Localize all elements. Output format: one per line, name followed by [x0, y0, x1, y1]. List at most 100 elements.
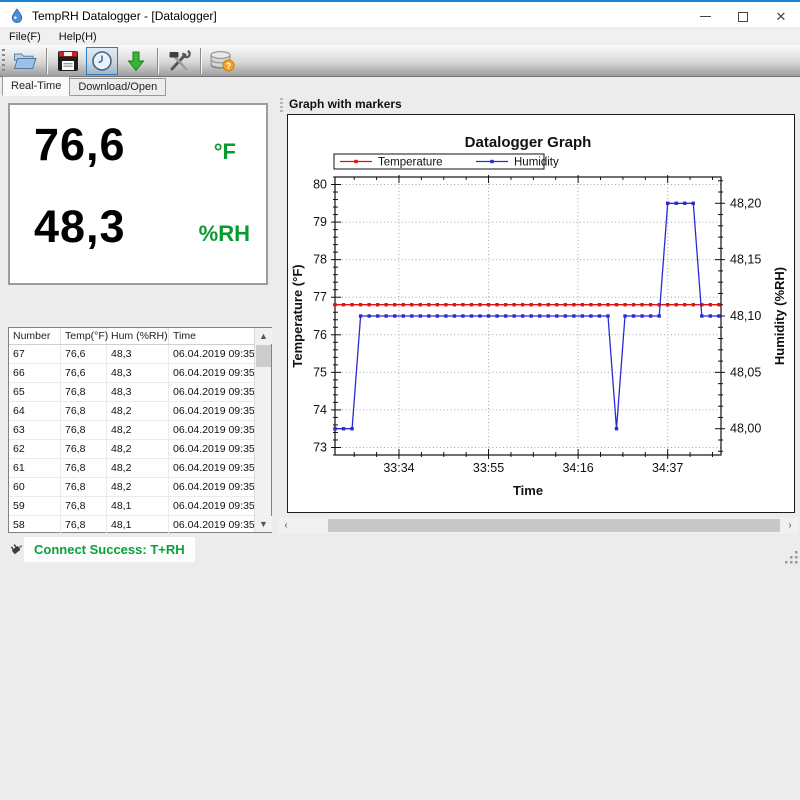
- table-cell: 76,6: [61, 345, 107, 363]
- svg-text:Temperature: Temperature: [378, 157, 443, 169]
- table-body: 6776,648,306.04.2019 09:35:316676,648,30…: [9, 345, 254, 533]
- open-file-button[interactable]: [9, 47, 41, 75]
- title-bar[interactable]: TempRH Datalogger - [Datalogger] ✕: [0, 0, 800, 27]
- table-cell: 06.04.2019 09:35:27: [169, 383, 254, 401]
- save-floppy-icon: [57, 50, 79, 72]
- svg-text:79: 79: [313, 215, 327, 229]
- close-icon: ✕: [776, 10, 787, 23]
- scroll-up-arrow-icon[interactable]: ▲: [255, 328, 272, 344]
- table-cell: 06.04.2019 09:35:21: [169, 440, 254, 458]
- save-button[interactable]: [52, 47, 84, 75]
- table-row[interactable]: 6276,848,206.04.2019 09:35:21: [9, 440, 254, 459]
- tools-button[interactable]: [163, 47, 195, 75]
- svg-text:Temperature (°F): Temperature (°F): [290, 264, 305, 367]
- table-cell: 61: [9, 459, 61, 477]
- table-row[interactable]: 5876,848,106.04.2019 09:35:12: [9, 516, 254, 533]
- maximize-button[interactable]: [724, 4, 762, 29]
- table-cell: 48,3: [107, 364, 169, 382]
- svg-text:73: 73: [313, 440, 327, 454]
- svg-text:Datalogger Graph: Datalogger Graph: [465, 134, 592, 151]
- table-cell: 76,8: [61, 440, 107, 458]
- toolbar-separator: [200, 48, 201, 74]
- table-cell: 48,2: [107, 459, 169, 477]
- scroll-right-arrow-icon[interactable]: ›: [782, 518, 798, 533]
- database-help-button[interactable]: ?: [206, 47, 238, 75]
- graph-panel-gripper[interactable]: [280, 98, 283, 112]
- graph-h-scrollbar[interactable]: ‹ ›: [278, 518, 798, 533]
- tab-real-time[interactable]: Real-Time: [2, 76, 70, 96]
- graph-panel: 33:3433:5534:1634:37737475767778798048,0…: [287, 114, 795, 513]
- toolbar-separator: [157, 48, 158, 74]
- table-cell: 59: [9, 497, 61, 515]
- table-cell: 76,8: [61, 459, 107, 477]
- svg-text:Time: Time: [513, 483, 543, 498]
- column-header-number[interactable]: Number: [9, 328, 61, 344]
- table-cell: 76,8: [61, 516, 107, 533]
- humidity-unit: %RH: [199, 221, 250, 247]
- toolbar-separator: [46, 48, 47, 74]
- column-header-temp[interactable]: Temp(°F): [61, 328, 107, 344]
- table-row[interactable]: 6476,848,206.04.2019 09:35:25: [9, 402, 254, 421]
- table-cell: 66: [9, 364, 61, 382]
- svg-text:Humidity (%RH): Humidity (%RH): [772, 267, 787, 365]
- svg-text:34:37: 34:37: [652, 461, 683, 475]
- svg-text:33:34: 33:34: [383, 461, 414, 475]
- temperature-unit: °F: [214, 139, 236, 165]
- svg-text:?: ?: [226, 61, 232, 71]
- table-cell: 06.04.2019 09:35:12: [169, 516, 254, 533]
- app-icon: [9, 8, 25, 24]
- svg-text:78: 78: [313, 253, 327, 267]
- scroll-down-arrow-icon[interactable]: ▼: [255, 516, 272, 532]
- realtime-clock-button[interactable]: [86, 47, 118, 75]
- column-header-hum[interactable]: Hum (%RH): [107, 328, 169, 344]
- app-window: TempRH Datalogger - [Datalogger] ✕ File(…: [0, 0, 800, 800]
- readings-table: Number Temp(°F) Hum (%RH) Time 6776,648,…: [8, 327, 272, 533]
- svg-text:48,20: 48,20: [730, 196, 761, 210]
- download-arrow-icon: [126, 50, 146, 72]
- table-cell: 06.04.2019 09:35:14: [169, 497, 254, 515]
- close-button[interactable]: ✕: [762, 4, 800, 29]
- table-scrollbar[interactable]: ▲ ▼: [254, 328, 271, 532]
- resize-grip[interactable]: [783, 549, 799, 565]
- table-cell: 48,1: [107, 497, 169, 515]
- minimize-button[interactable]: [686, 4, 724, 29]
- menu-help[interactable]: Help(H): [50, 29, 106, 45]
- table-row[interactable]: 6076,848,206.04.2019 09:35:16: [9, 478, 254, 497]
- table-cell: 06.04.2019 09:35:31: [169, 345, 254, 363]
- table-cell: 06.04.2019 09:35:16: [169, 478, 254, 496]
- svg-text:77: 77: [313, 290, 327, 304]
- table-cell: 06.04.2019 09:35:18: [169, 459, 254, 477]
- table-cell: 48,3: [107, 383, 169, 401]
- tab-download-open[interactable]: Download/Open: [69, 78, 166, 96]
- scroll-left-arrow-icon[interactable]: ‹: [278, 518, 294, 533]
- menu-bar: File(F) Help(H): [0, 29, 800, 45]
- svg-text:74: 74: [313, 403, 327, 417]
- table-cell: 60: [9, 478, 61, 496]
- menu-file[interactable]: File(F): [0, 29, 50, 45]
- table-row[interactable]: 6376,848,206.04.2019 09:35:23: [9, 421, 254, 440]
- svg-text:Humidity: Humidity: [514, 157, 559, 169]
- table-row[interactable]: 6676,648,306.04.2019 09:35:29: [9, 364, 254, 383]
- toolbar-gripper[interactable]: [2, 49, 5, 73]
- table-cell: 06.04.2019 09:35:25: [169, 402, 254, 420]
- table-row[interactable]: 6176,848,206.04.2019 09:35:18: [9, 459, 254, 478]
- table-cell: 63: [9, 421, 61, 439]
- table-cell: 06.04.2019 09:35:23: [169, 421, 254, 439]
- svg-text:75: 75: [313, 365, 327, 379]
- table-cell: 76,8: [61, 421, 107, 439]
- table-cell: 65: [9, 383, 61, 401]
- table-cell: 48,2: [107, 440, 169, 458]
- svg-text:48,15: 48,15: [730, 253, 761, 267]
- graph-scrollbar-thumb[interactable]: [328, 519, 780, 532]
- datalogger-chart: 33:3433:5534:1634:37737475767778798048,0…: [288, 115, 794, 512]
- table-cell: 48,2: [107, 478, 169, 496]
- table-header: Number Temp(°F) Hum (%RH) Time: [9, 328, 271, 345]
- table-row[interactable]: 6576,848,306.04.2019 09:35:27: [9, 383, 254, 402]
- maximize-icon: [738, 12, 748, 22]
- table-cell: 48,2: [107, 402, 169, 420]
- table-row[interactable]: 6776,648,306.04.2019 09:35:31: [9, 345, 254, 364]
- table-scrollbar-thumb[interactable]: [256, 345, 271, 367]
- download-button[interactable]: [120, 47, 152, 75]
- connector-plug-icon: [7, 541, 23, 557]
- table-row[interactable]: 5976,848,106.04.2019 09:35:14: [9, 497, 254, 516]
